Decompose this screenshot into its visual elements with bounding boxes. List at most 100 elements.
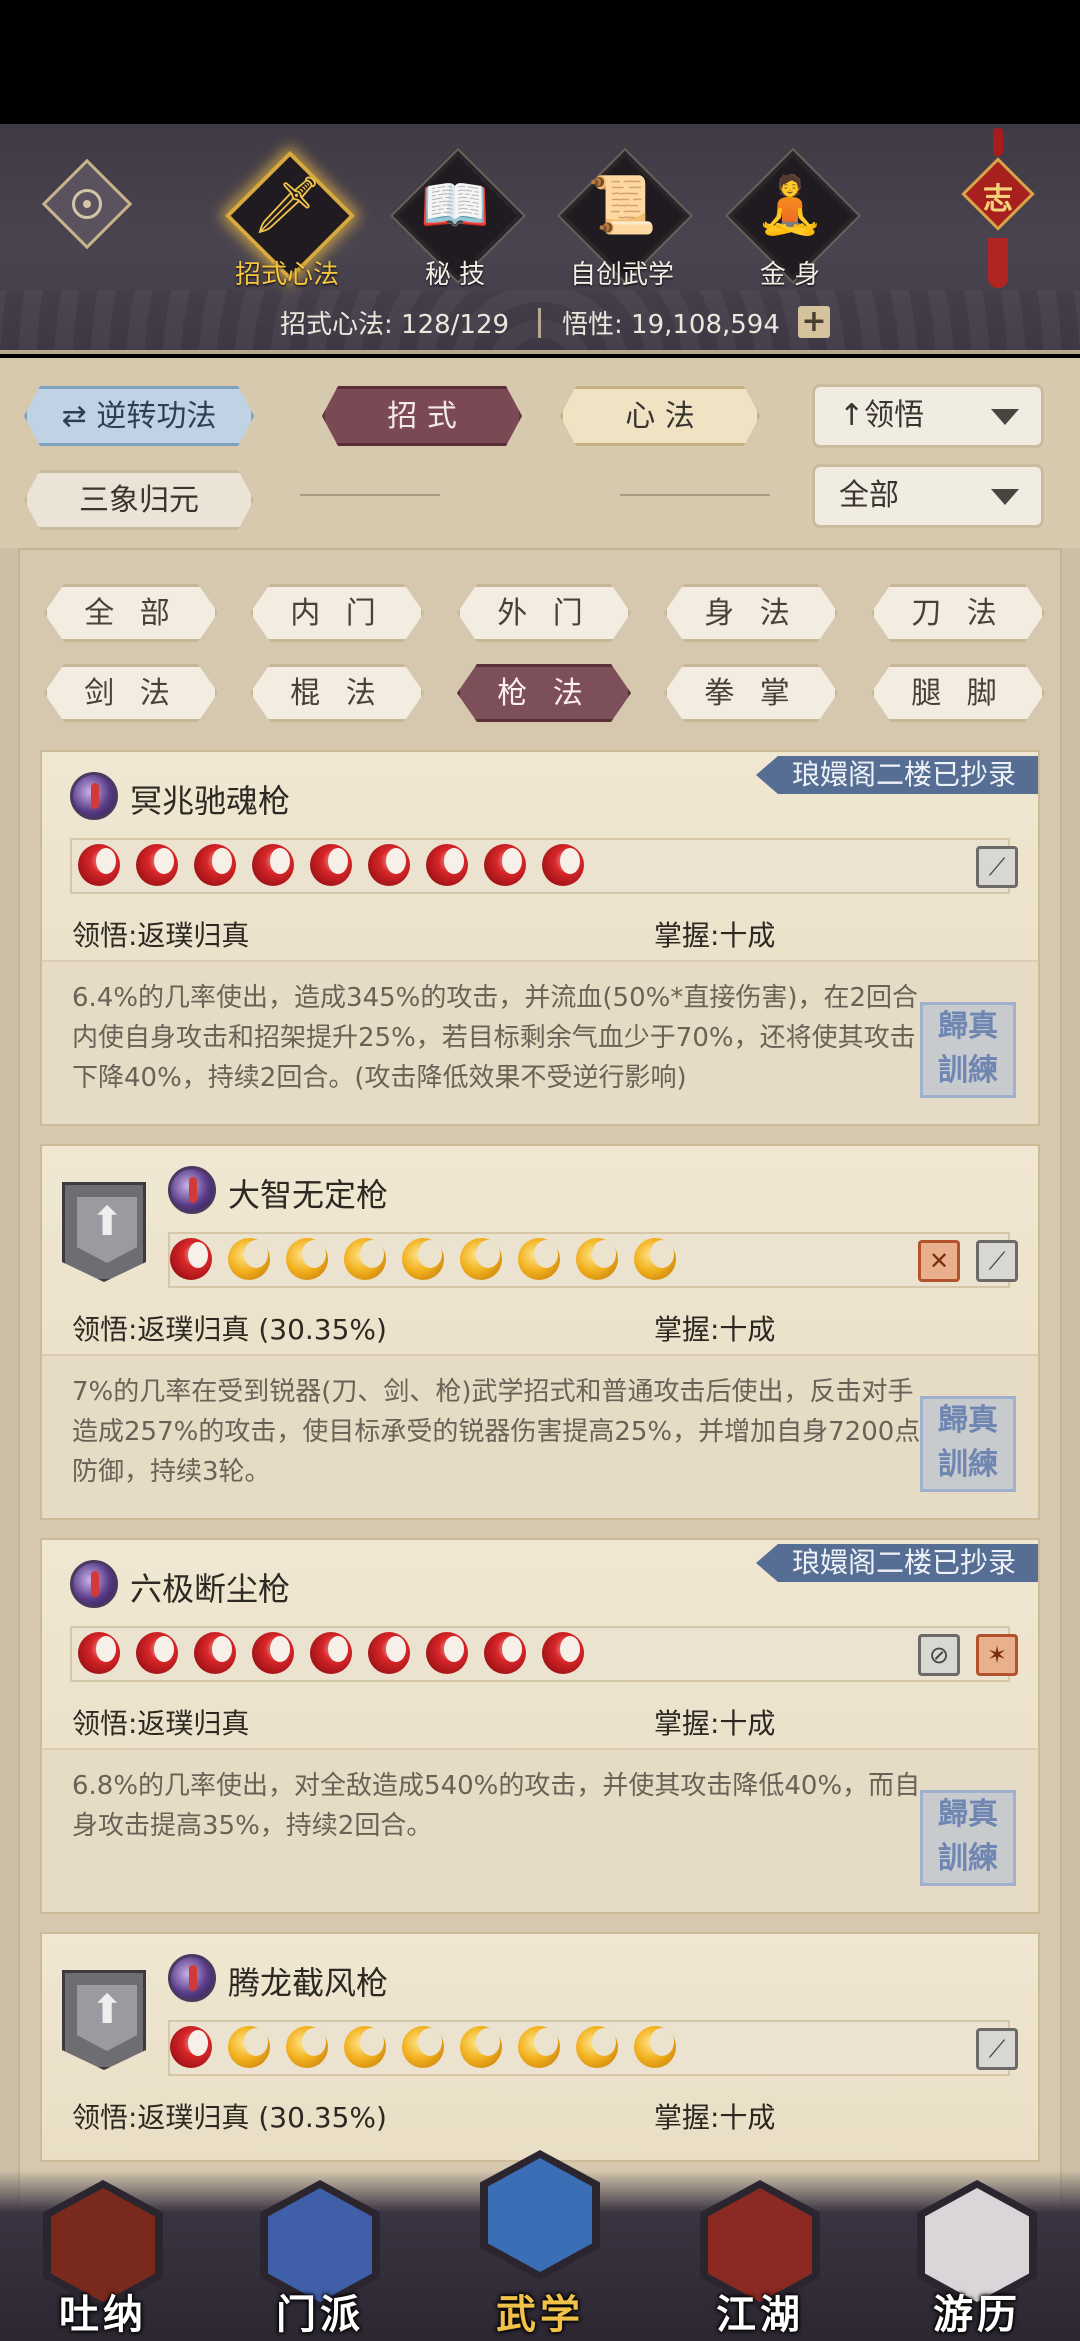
tab-moves-heart[interactable]: 🗡 招式心法: [222, 150, 356, 290]
category-fist[interactable]: 拳 掌: [664, 664, 838, 722]
nav-label: 门派: [276, 2292, 364, 2338]
stats-divider: [538, 308, 541, 338]
upgrade-badge-icon[interactable]: [62, 1970, 146, 2070]
tab-secret-skill[interactable]: 📖 秘 技: [390, 150, 524, 290]
progress-point: [634, 1238, 676, 1280]
chevron-down-icon: [991, 409, 1019, 425]
progress-point: [634, 2026, 676, 2068]
skill-name: 腾龙截风枪: [228, 1964, 389, 2002]
add-insight-button[interactable]: +: [798, 306, 830, 338]
progress-point: [170, 2026, 212, 2068]
status-bar: [0, 0, 1080, 124]
reverse-technique-button[interactable]: ⇄ 逆转功法: [24, 386, 254, 446]
nav-breathing[interactable]: 吐纳: [28, 2170, 178, 2341]
copied-ribbon: 琅嬛阁二楼已抄录: [755, 756, 1038, 794]
category-staff[interactable]: 棍 法: [250, 664, 424, 722]
nav-travel[interactable]: 游历: [902, 2170, 1052, 2341]
category-leg[interactable]: 腿 脚: [871, 664, 1045, 722]
range-label: 全部: [839, 478, 899, 513]
progress-point: [460, 1238, 502, 1280]
nav-label: 吐纳: [59, 2292, 147, 2338]
insight-value: 悟性: 19,108,594: [562, 310, 780, 340]
meditation-icon: 🧘: [755, 173, 825, 238]
category-blade[interactable]: 刀 法: [871, 584, 1045, 642]
spear-skill-icon: [70, 772, 118, 820]
progress-point: [542, 844, 584, 886]
insight-level: 领悟:返璞归真: [72, 1707, 250, 1740]
progress-point: [460, 2026, 502, 2068]
progress-point: [170, 1238, 212, 1280]
seal-stamp-icon: 歸真 訓練: [920, 1790, 1016, 1886]
weapon-spear-icon[interactable]: ⟋: [976, 1240, 1018, 1282]
nav-label: 武学: [496, 2292, 584, 2338]
category-all[interactable]: 全 部: [44, 584, 218, 642]
tab-self-created[interactable]: 📜 自创武学: [557, 150, 691, 290]
category-sword[interactable]: 剑 法: [44, 664, 218, 722]
description-line: 内使自身攻击和招架提升25%，若目标剩余气血少于70%，还将使其攻击: [72, 1023, 916, 1053]
weapon-spear-icon[interactable]: ⟋: [976, 846, 1018, 888]
skill-card[interactable]: 大智无定枪 ✕ ⟋ 领悟:返璞归真 (30.35%) 掌握:十成 7%的几率在受…: [40, 1144, 1040, 1520]
upgrade-badge-icon[interactable]: [62, 1182, 146, 1282]
progress-point: [344, 2026, 386, 2068]
progress-point: [402, 2026, 444, 2068]
progress-point: [542, 1632, 584, 1674]
insight-level: 领悟:返璞归真: [72, 919, 250, 952]
aspiration-seal-button[interactable]: 志: [960, 128, 1036, 288]
description-line: 7%的几率在受到锐器(刀、剑、枪)武学招式和普通攻击后使出，反击对手: [72, 1377, 914, 1407]
counter-attack-icon[interactable]: ✕: [918, 1240, 960, 1282]
progress-point: [136, 844, 178, 886]
arrow-up-icon: ↑: [839, 398, 865, 433]
progress-point: [484, 1632, 526, 1674]
progress-point: [402, 1238, 444, 1280]
skill-description: 6.4%的几率使出，造成345%的攻击，并流血(50%*直接伤害)，在2回合 内…: [72, 978, 978, 1098]
spear-skill-icon: [168, 1954, 216, 2002]
mastery-level: 掌握:十成: [654, 919, 776, 952]
skill-description-box: 7%的几率在受到锐器(刀、剑、枪)武学招式和普通攻击后使出，反击对手 造成257…: [42, 1354, 1038, 1518]
seal-tassel: [988, 238, 1008, 288]
skill-card[interactable]: 琅嬛阁二楼已抄录 六极断尘枪 ⊘ ✶ 领悟:返璞归真 掌握:十成 6.8%的几率…: [40, 1538, 1040, 1914]
sort-dropdown[interactable]: ↑领悟: [812, 384, 1044, 448]
tab-heart-method[interactable]: 心 法: [560, 386, 760, 446]
progress-point: [518, 2026, 560, 2068]
progress-point: [252, 1632, 294, 1674]
divider-line: [300, 494, 440, 496]
range-dropdown[interactable]: 全部: [812, 464, 1044, 528]
area-attack-icon[interactable]: ✶: [976, 1634, 1018, 1676]
description-line: 下降40%，持续2回合。(攻击降低效果不受逆行影响): [72, 1063, 687, 1093]
swap-icon: ⇄: [61, 399, 97, 434]
skill-card[interactable]: 琅嬛阁二楼已抄录 冥兆驰魂枪 ⟋ 领悟:返璞归真 掌握:十成 6.4%的几率使出…: [40, 750, 1040, 1126]
nav-jianghu[interactable]: 江湖: [685, 2170, 835, 2341]
skill-name: 六极断尘枪: [130, 1570, 291, 1608]
progress-point: [368, 844, 410, 886]
nav-sect[interactable]: 门派: [245, 2170, 395, 2341]
tab-moves[interactable]: 招 式: [322, 386, 522, 446]
description-line: 身攻击提高35%，持续2回合。: [72, 1811, 433, 1841]
eye-icon: [72, 189, 102, 219]
category-outer[interactable]: 外 门: [457, 584, 631, 642]
progress-point: [518, 1238, 560, 1280]
insight-level: 领悟:返璞归真 (30.35%): [72, 2101, 387, 2134]
skill-card[interactable]: 腾龙截风枪 ⟋ 领悟:返璞归真 (30.35%) 掌握:十成: [40, 1932, 1040, 2162]
progress-point: [344, 1238, 386, 1280]
weapon-spear-icon[interactable]: ⟋: [976, 2028, 1018, 2070]
skill-name: 冥兆驰魂枪: [130, 782, 291, 820]
description-line: 6.4%的几率使出，造成345%的攻击，并流血(50%*直接伤害)，在2回合: [72, 983, 919, 1013]
tab-golden-body[interactable]: 🧘 金 身: [725, 150, 859, 290]
category-inner[interactable]: 内 门: [250, 584, 424, 642]
debuff-icon[interactable]: ⊘: [918, 1634, 960, 1676]
progress-point: [194, 844, 236, 886]
skill-description: 6.8%的几率使出，对全敌造成540%的攻击，并使其攻击降低40%，而自 身攻击…: [72, 1766, 978, 1846]
three-phase-button[interactable]: 三象归元: [24, 470, 254, 530]
category-movement[interactable]: 身 法: [664, 584, 838, 642]
nav-martial-arts[interactable]: 武学: [465, 2150, 615, 2341]
seal-char: 志: [983, 182, 1013, 217]
copied-ribbon: 琅嬛阁二楼已抄录: [755, 1544, 1038, 1582]
seal-stamp-icon: 歸真 訓練: [920, 1002, 1016, 1098]
progress-point: [484, 844, 526, 886]
progress-point: [576, 2026, 618, 2068]
category-spear[interactable]: 枪 法: [457, 664, 631, 722]
skills-count: 招式心法: 128/129: [280, 310, 510, 340]
insight-level: 领悟:返璞归真 (30.35%): [72, 1313, 387, 1346]
bottom-nav: 吐纳 门派 武学 江湖 游历: [0, 2150, 1080, 2341]
sort-label: 领悟: [864, 398, 925, 433]
